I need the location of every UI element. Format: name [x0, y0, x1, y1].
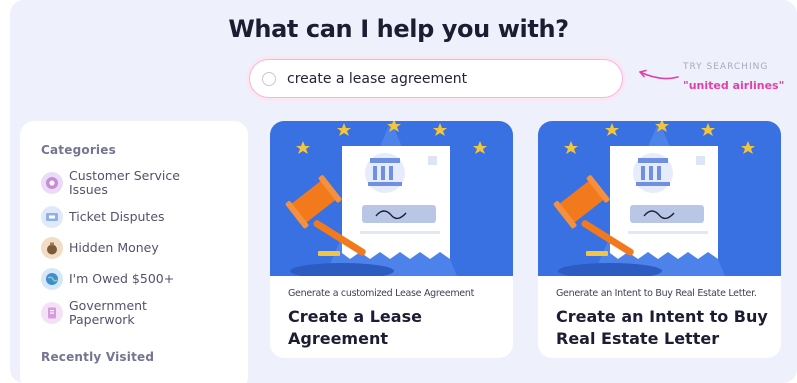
card-intent-to-buy-real-estate[interactable]: Generate an Intent to Buy Real Estate Le…: [538, 121, 781, 358]
category-item-customer-service[interactable]: Customer Service Issues: [41, 169, 248, 197]
page-title: What can I help you with?: [228, 15, 569, 43]
support-icon: [41, 172, 63, 194]
category-label: Government Paperwork: [69, 298, 147, 327]
money-bag-icon: [41, 237, 63, 259]
card-title: Create a Lease Agreement: [288, 307, 422, 348]
sidebar: Categories Customer Service Issues Ticke…: [20, 121, 248, 383]
card-title: Create an Intent to Buy Real Estate Lett…: [556, 307, 768, 348]
categories-heading: Categories: [41, 143, 116, 157]
card-lease-agreement[interactable]: Generate a customized Lease Agreement Cr…: [270, 121, 513, 358]
category-label: Customer Service Issues: [69, 168, 180, 197]
card-subtitle: Generate an Intent to Buy Real Estate Le…: [556, 288, 757, 299]
category-label: I'm Owed $500+: [69, 271, 175, 286]
category-item-ticket-disputes[interactable]: Ticket Disputes: [41, 206, 248, 228]
arrow-left-icon: [639, 69, 679, 80]
category-item-government-paperwork[interactable]: Government Paperwork: [41, 299, 248, 327]
category-item-owed-money[interactable]: I'm Owed $500+: [41, 268, 248, 290]
gavel-document-icon: [270, 121, 513, 276]
search-icon: [262, 71, 276, 86]
category-label: Ticket Disputes: [69, 209, 165, 224]
category-label: Hidden Money: [69, 240, 159, 255]
ticket-icon: [41, 206, 63, 228]
category-list: Customer Service Issues Ticket Disputes …: [41, 169, 248, 327]
try-searching-suggestion[interactable]: "united airlines": [683, 79, 784, 92]
recently-visited-heading: Recently Visited: [41, 350, 155, 364]
card-subtitle: Generate a customized Lease Agreement: [288, 288, 475, 299]
search-value[interactable]: create a lease agreement: [287, 71, 467, 87]
document-icon: [41, 302, 63, 324]
gavel-document-icon: [538, 121, 781, 276]
globe-icon: [41, 268, 63, 290]
category-item-hidden-money[interactable]: Hidden Money: [41, 237, 248, 259]
search-input[interactable]: create a lease agreement: [249, 59, 623, 98]
try-searching-label: TRY SEARCHING: [683, 62, 769, 72]
